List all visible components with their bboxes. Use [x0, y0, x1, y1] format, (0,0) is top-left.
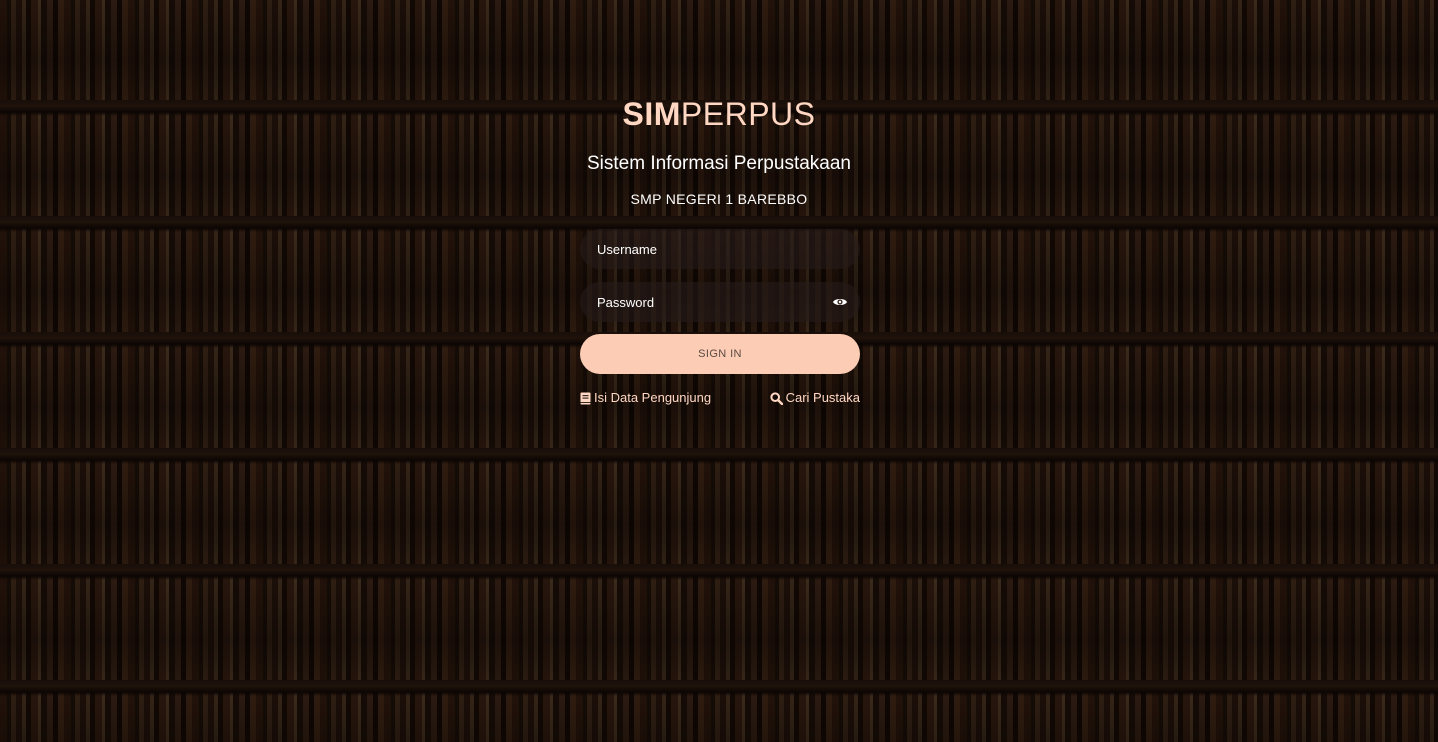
search-library-link[interactable]: Cari Pustaka [769, 390, 860, 406]
brand-part-light: PERPUS [680, 96, 816, 132]
app-subtitle: Sistem Informasi Perpustakaan [586, 153, 851, 174]
password-field-wrapper [580, 282, 860, 322]
username-input[interactable] [580, 229, 860, 269]
visitor-data-link[interactable]: Isi Data Pengunjung [580, 390, 711, 406]
username-field-wrapper [580, 229, 860, 269]
password-input[interactable] [580, 282, 860, 322]
school-name: SMP NEGERI 1 BAREBBO [630, 191, 808, 207]
brand-part-bold: SIM [622, 96, 681, 132]
footer-links: Isi Data Pengunjung Cari Pustaka [580, 390, 860, 408]
app-logo-title: SIMPERPUS [0, 94, 1438, 134]
login-panel: SIMPERPUS Sistem Informasi Perpustakaan … [0, 0, 1438, 742]
login-page: SIMPERPUS Sistem Informasi Perpustakaan … [0, 0, 1438, 742]
visitor-data-label: Isi Data Pengunjung [594, 390, 712, 405]
sign-in-button[interactable]: SIGN IN [580, 334, 860, 374]
search-library-label: Cari Pustaka [785, 390, 860, 405]
search-icon [769, 391, 783, 405]
book-icon [580, 392, 591, 405]
eye-icon[interactable] [832, 294, 848, 310]
